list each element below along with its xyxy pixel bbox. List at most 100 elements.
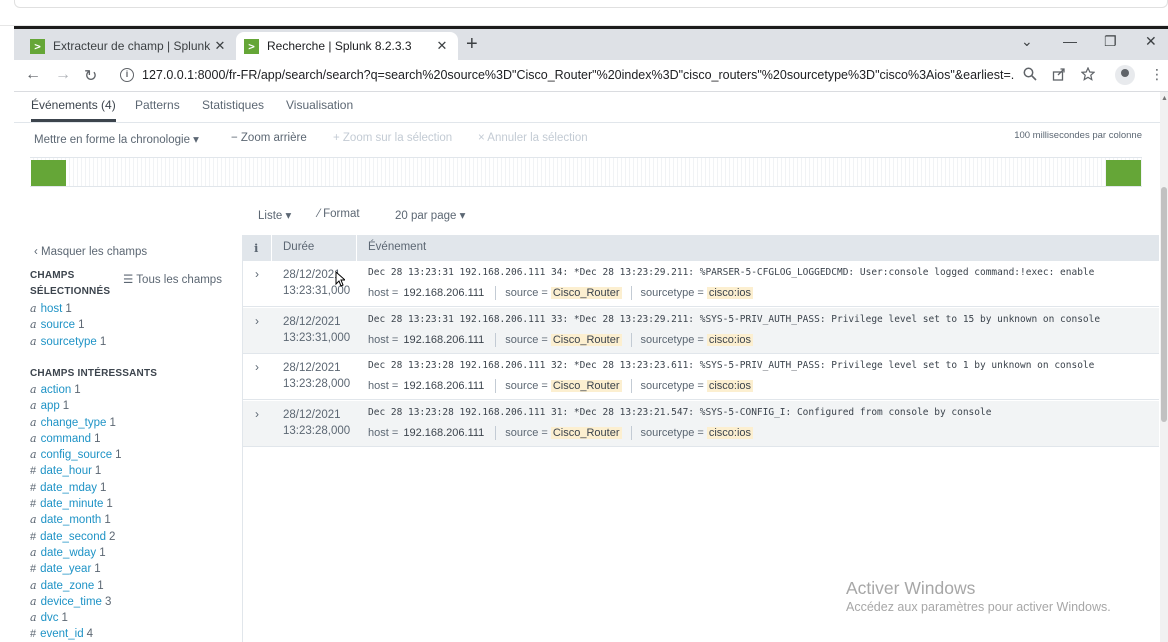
field-separator — [630, 286, 632, 300]
back-button[interactable]: ← — [25, 66, 41, 84]
mouse-cursor-icon — [335, 271, 345, 287]
new-tab-button[interactable]: + — [466, 34, 478, 54]
url-field[interactable]: 127.0.0.1:8000/fr-FR/app/search/search?q… — [142, 68, 1014, 82]
splunk-favicon-icon: > — [244, 38, 259, 54]
field-name: date_month — [40, 514, 102, 527]
field-source[interactable]: a source 1 — [30, 317, 106, 333]
tab-search[interactable]: > Recherche | Splunk 8.2.3.3 ✕ — [236, 32, 458, 60]
event-clock: 13:23:28,000 — [283, 378, 351, 390]
tab-visualization[interactable]: Visualisation — [286, 98, 353, 112]
field-value[interactable]: 192.168.206.111 — [401, 380, 486, 392]
event-field-source[interactable]: source = Cisco_Router — [505, 287, 622, 299]
selected-fields-list: a host 1 a source 1 a sourcetype 1 — [30, 301, 106, 350]
numeric-field-icon: # — [30, 530, 37, 543]
event-field-host[interactable]: host = 192.168.206.111 — [368, 380, 486, 392]
histogram-bar[interactable] — [1106, 160, 1141, 186]
field-action[interactable]: a action 1 — [30, 382, 122, 398]
share-icon[interactable] — [1052, 67, 1066, 84]
field-event-id[interactable]: # event_id 4 — [30, 626, 122, 642]
field-value[interactable]: cisco:ios — [706, 426, 754, 439]
event-field-source[interactable]: source = Cisco_Router — [505, 333, 622, 346]
tab-events[interactable]: Événements (4) — [31, 98, 116, 122]
scrollbar-thumb[interactable] — [1161, 187, 1167, 422]
restore-button[interactable]: ❐ — [1104, 33, 1117, 50]
field-dvc[interactable]: a dvc 1 — [30, 610, 122, 626]
zoom-out-button[interactable]: − Zoom arrière — [231, 132, 307, 144]
per-page-dropdown[interactable]: 20 par page ▾ — [395, 208, 465, 222]
hide-fields-link[interactable]: ‹ Masquer les champs — [34, 246, 147, 258]
event-field-source[interactable]: source = Cisco_Router — [505, 426, 622, 439]
expand-chevron-icon[interactable]: › — [255, 267, 259, 281]
field-value[interactable]: Cisco_Router — [550, 380, 622, 392]
field-date-year[interactable]: # date_year 1 — [30, 561, 122, 577]
field-value[interactable]: Cisco_Router — [550, 333, 622, 346]
field-date-hour[interactable]: # date_hour 1 — [30, 463, 122, 479]
histogram-bar[interactable] — [31, 160, 66, 186]
field-config-source[interactable]: a config_source 1 — [30, 447, 122, 463]
desktop-top-strip — [0, 0, 1168, 26]
field-value[interactable]: Cisco_Router — [550, 287, 622, 299]
expand-chevron-icon[interactable]: › — [255, 314, 259, 328]
event-column-header[interactable]: Événement — [368, 241, 426, 253]
field-date-second[interactable]: # date_second 2 — [30, 529, 122, 545]
event-field-sourcetype[interactable]: sourcetype = cisco:ios — [641, 426, 754, 439]
field-command[interactable]: a command 1 — [30, 431, 122, 447]
field-date-minute[interactable]: # date_minute 1 — [30, 496, 122, 512]
kebab-menu-icon[interactable]: ⋮ — [1150, 66, 1164, 83]
field-date-zone[interactable]: a date_zone 1 — [30, 578, 122, 594]
field-value[interactable]: cisco:ios — [706, 333, 754, 346]
field-host[interactable]: a host 1 — [30, 301, 106, 317]
field-date-wday[interactable]: a date_wday 1 — [30, 545, 122, 561]
time-column-header[interactable]: Durée — [283, 241, 314, 253]
expand-chevron-icon[interactable]: › — [255, 360, 259, 374]
event-field-source[interactable]: source = Cisco_Router — [505, 380, 622, 392]
profile-icon[interactable] — [1115, 65, 1135, 85]
zoom-selection-button[interactable]: + Zoom sur la sélection — [333, 132, 452, 144]
all-fields-button[interactable]: ☰ Tous les champs — [123, 272, 222, 286]
bookmark-star-icon[interactable] — [1080, 66, 1096, 84]
format-button[interactable]: ⁄ Format — [318, 208, 360, 220]
field-value[interactable]: Cisco_Router — [550, 426, 622, 439]
zoom-icon[interactable] — [1023, 67, 1037, 84]
tab-field-extractor[interactable]: > Extracteur de champ | Splunk 8.2 ✕ — [22, 32, 236, 60]
cancel-selection-button[interactable]: × Annuler la sélection — [478, 132, 588, 144]
expand-chevron-icon[interactable]: › — [255, 407, 259, 421]
event-field-host[interactable]: host = 192.168.206.111 — [368, 427, 486, 439]
event-field-host[interactable]: host = 192.168.206.111 — [368, 287, 486, 299]
field-date-mday[interactable]: # date_mday 1 — [30, 480, 122, 496]
field-change-type[interactable]: a change_type 1 — [30, 415, 122, 431]
field-count: 1 — [97, 579, 104, 592]
field-device-time[interactable]: a device_time 3 — [30, 594, 122, 610]
field-value[interactable]: 192.168.206.111 — [401, 427, 486, 439]
forward-button[interactable]: → — [55, 66, 71, 84]
field-value[interactable]: cisco:ios — [706, 287, 754, 299]
field-value[interactable]: 192.168.206.111 — [401, 334, 486, 346]
field-date-month[interactable]: a date_month 1 — [30, 512, 122, 528]
field-key: host = — [368, 287, 399, 299]
event-field-host[interactable]: host = 192.168.206.111 — [368, 334, 486, 346]
field-app[interactable]: a app 1 — [30, 398, 122, 414]
reload-button[interactable]: ↻ — [84, 66, 97, 86]
field-sourcetype[interactable]: a sourcetype 1 — [30, 334, 106, 350]
site-info-icon[interactable]: i — [120, 68, 134, 82]
timeline-histogram[interactable] — [30, 157, 1142, 187]
field-value[interactable]: 192.168.206.111 — [401, 287, 486, 299]
page-scrollbar[interactable]: ▲ — [1160, 92, 1168, 642]
close-icon[interactable]: ✕ — [434, 38, 450, 54]
tab-search-chevron-icon[interactable]: ⌄ — [1021, 33, 1033, 50]
format-timeline-dropdown[interactable]: Mettre en forme la chronologie ▾ — [34, 132, 199, 146]
scroll-up-icon[interactable]: ▲ — [1161, 95, 1168, 102]
info-column-header[interactable]: i — [254, 241, 258, 255]
tab-statistics[interactable]: Statistiques — [202, 98, 264, 112]
window-close-button[interactable]: ✕ — [1145, 33, 1157, 50]
event-field-sourcetype[interactable]: sourcetype = cisco:ios — [641, 380, 754, 392]
minimize-button[interactable]: — — [1063, 33, 1077, 49]
field-count: 1 — [104, 514, 111, 527]
event-field-sourcetype[interactable]: sourcetype = cisco:ios — [641, 287, 754, 299]
splunk-favicon-icon: > — [30, 38, 45, 54]
event-field-sourcetype[interactable]: sourcetype = cisco:ios — [641, 333, 754, 346]
field-value[interactable]: cisco:ios — [706, 380, 754, 392]
tab-patterns[interactable]: Patterns — [135, 98, 180, 112]
list-view-dropdown[interactable]: Liste ▾ — [258, 208, 291, 222]
close-icon[interactable]: ✕ — [212, 38, 228, 54]
